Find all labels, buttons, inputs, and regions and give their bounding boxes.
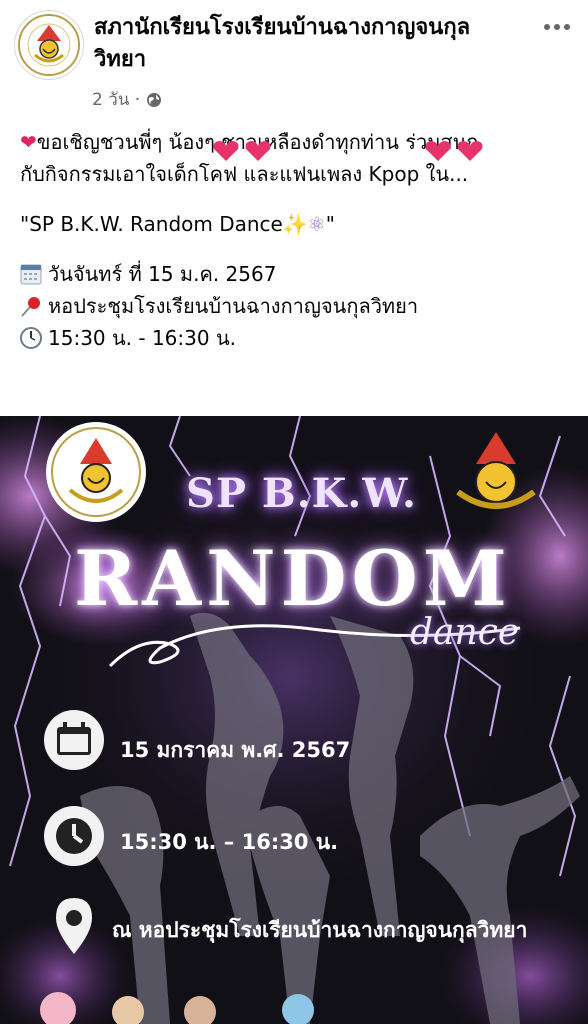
post-header: สภานักเรียนโรงเรียนบ้านฉางกาญจนกุล วิทยา… bbox=[0, 0, 588, 118]
sparkles-icon: ✨ bbox=[282, 212, 308, 236]
post-line-3: "SP B.K.W. Random Dance✨⚛" bbox=[20, 212, 335, 236]
poster-title: SP B.K.W. bbox=[186, 470, 417, 517]
post-text: ❤ขอเชิญชวนพี่ๆ น้องๆ ชาวเหลืองดำทุกท่าน … bbox=[20, 126, 580, 354]
more-options-button[interactable] bbox=[542, 12, 572, 42]
event-poster-image[interactable]: SP B.K.W. RANDOM dance 15 มกราคม พ.ศ. 25… bbox=[0, 416, 588, 1024]
poster-date: 15 มกราคม พ.ศ. 2567 bbox=[120, 738, 351, 762]
pushpin-icon bbox=[21, 297, 40, 317]
page-name-line1[interactable]: สภานักเรียนโรงเรียนบ้านฉางกาญจนกุล bbox=[94, 12, 514, 44]
clock-icon bbox=[20, 327, 42, 349]
post-line-4: วันจันทร์ ที่ 15 ม.ค. 2567 bbox=[20, 258, 580, 290]
poster-random-text: RANDOM bbox=[74, 534, 512, 623]
poster-location-icon bbox=[56, 898, 92, 954]
globe-icon bbox=[147, 92, 162, 107]
poster-clock-icon bbox=[44, 806, 104, 866]
post-time[interactable]: 2 วัน · bbox=[92, 86, 140, 113]
post-line-1: ❤ขอเชิญชวนพี่ๆ น้องๆ ชาวเหลืองดำทุกท่าน … bbox=[20, 130, 479, 154]
page-avatar[interactable] bbox=[14, 10, 84, 80]
more-icon bbox=[544, 24, 550, 30]
poster-dance-text: dance bbox=[410, 612, 520, 653]
heart-sticker bbox=[245, 141, 271, 161]
poster-place: ณ หอประชุมโรงเรียนบ้านฉางกาญจนกุลวิทยา bbox=[112, 918, 528, 942]
red-heart-icon: ❤ bbox=[20, 130, 37, 154]
heart-sticker bbox=[457, 141, 483, 161]
poster-time: 15:30 น. – 16:30 น. bbox=[120, 830, 339, 854]
post-line-5: หอประชุมโรงเรียนบ้านฉางกาญจนกุลวิทยา bbox=[20, 290, 580, 322]
heart-sticker bbox=[213, 141, 239, 161]
page-name-line2[interactable]: วิทยา bbox=[94, 44, 514, 76]
post-meta: 2 วัน · bbox=[92, 86, 162, 113]
post-line-6: 15:30 น. - 16:30 น. bbox=[20, 322, 580, 354]
post-line-2[interactable]: กับกิจกรรมเอาใจเด็กโคฟ และแฟนเพลง Kpop ใ… bbox=[20, 158, 580, 190]
school-council-logo bbox=[46, 422, 146, 522]
heart-sticker bbox=[425, 141, 451, 161]
page-name[interactable]: สภานักเรียนโรงเรียนบ้านฉางกาญจนกุล วิทยา bbox=[94, 12, 514, 76]
calendar-icon bbox=[20, 264, 42, 285]
poster-calendar-icon bbox=[44, 710, 104, 770]
orbit-icon: ⚛ bbox=[307, 212, 326, 236]
